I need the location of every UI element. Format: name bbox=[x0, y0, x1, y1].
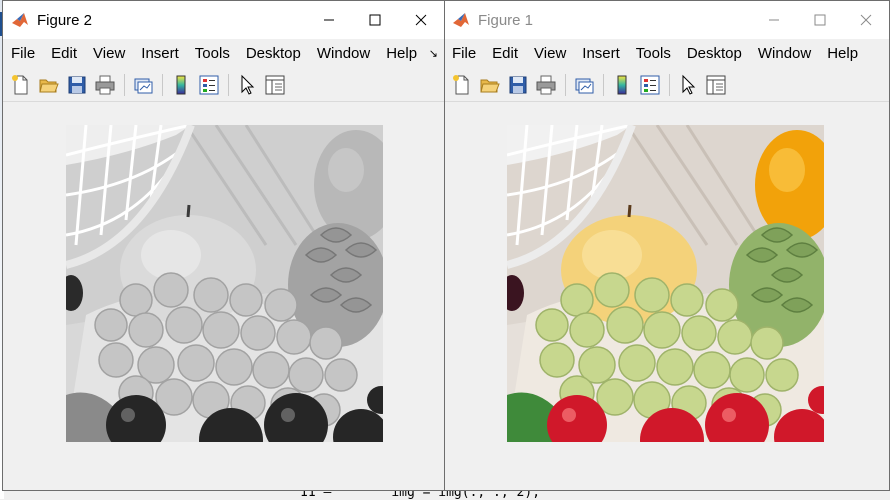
menu-file[interactable]: File bbox=[3, 39, 43, 69]
maximize-button[interactable] bbox=[352, 1, 398, 39]
print-icon[interactable] bbox=[534, 73, 558, 97]
property-inspector-icon[interactable] bbox=[263, 73, 287, 97]
legend-icon[interactable] bbox=[197, 73, 221, 97]
figure-canvas[interactable] bbox=[444, 102, 889, 490]
menu-desktop[interactable]: Desktop bbox=[238, 39, 309, 69]
figure-2-titlebar[interactable]: Figure 2 bbox=[3, 1, 444, 39]
new-figure-icon[interactable] bbox=[450, 73, 474, 97]
legend-icon[interactable] bbox=[638, 73, 662, 97]
color-fruit-photo bbox=[507, 125, 824, 442]
link-plot-icon[interactable] bbox=[131, 73, 155, 97]
menu-insert[interactable]: Insert bbox=[133, 39, 187, 69]
menu-window[interactable]: Window bbox=[309, 39, 378, 69]
window-title: Figure 1 bbox=[478, 11, 534, 29]
close-button[interactable] bbox=[398, 1, 444, 39]
window-title: Figure 2 bbox=[37, 11, 93, 29]
toolbar-separator bbox=[228, 74, 229, 96]
open-file-icon[interactable] bbox=[37, 73, 61, 97]
menu-overflow-icon[interactable]: ↘ bbox=[429, 47, 438, 60]
figure-2-window[interactable]: Figure 2 File Edit View Insert Tools Des… bbox=[2, 0, 445, 491]
menu-file[interactable]: File bbox=[444, 39, 484, 69]
colorbar-icon[interactable] bbox=[610, 73, 634, 97]
print-icon[interactable] bbox=[93, 73, 117, 97]
figure-1-titlebar[interactable]: Figure 1 bbox=[444, 1, 889, 39]
menu-help[interactable]: Help bbox=[819, 39, 866, 69]
save-icon[interactable] bbox=[65, 73, 89, 97]
link-plot-icon[interactable] bbox=[572, 73, 596, 97]
edit-plot-arrow-icon[interactable] bbox=[235, 73, 259, 97]
minimize-button[interactable] bbox=[751, 1, 797, 39]
matlab-logo-icon bbox=[11, 11, 29, 29]
matlab-logo-icon bbox=[452, 11, 470, 29]
open-file-icon[interactable] bbox=[478, 73, 502, 97]
menu-window[interactable]: Window bbox=[750, 39, 819, 69]
menu-bar: File Edit View Insert Tools Desktop Wind… bbox=[444, 39, 889, 69]
menu-insert[interactable]: Insert bbox=[574, 39, 628, 69]
toolbar-separator bbox=[124, 74, 125, 96]
toolbar-separator bbox=[162, 74, 163, 96]
menu-desktop[interactable]: Desktop bbox=[679, 39, 750, 69]
toolbar-separator bbox=[603, 74, 604, 96]
save-icon[interactable] bbox=[506, 73, 530, 97]
menu-view[interactable]: View bbox=[526, 39, 574, 69]
edit-plot-arrow-icon[interactable] bbox=[676, 73, 700, 97]
figure-1-window[interactable]: Figure 1 File Edit View Insert Tools Des… bbox=[444, 0, 890, 491]
maximize-button[interactable] bbox=[797, 1, 843, 39]
property-inspector-icon[interactable] bbox=[704, 73, 728, 97]
minimize-button[interactable] bbox=[306, 1, 352, 39]
figure-canvas[interactable] bbox=[3, 102, 444, 490]
menu-edit[interactable]: Edit bbox=[43, 39, 85, 69]
menu-edit[interactable]: Edit bbox=[484, 39, 526, 69]
toolbar-separator bbox=[565, 74, 566, 96]
menu-help[interactable]: Help bbox=[378, 39, 425, 69]
toolbar-separator bbox=[669, 74, 670, 96]
figure-toolbar bbox=[444, 69, 889, 102]
new-figure-icon[interactable] bbox=[9, 73, 33, 97]
menu-tools[interactable]: Tools bbox=[187, 39, 238, 69]
colorbar-icon[interactable] bbox=[169, 73, 193, 97]
figure-toolbar bbox=[3, 69, 444, 102]
menu-view[interactable]: View bbox=[85, 39, 133, 69]
menu-tools[interactable]: Tools bbox=[628, 39, 679, 69]
menu-bar: File Edit View Insert Tools Desktop Wind… bbox=[3, 39, 444, 69]
grayscale-fruit-photo bbox=[66, 125, 383, 442]
close-button[interactable] bbox=[843, 1, 889, 39]
